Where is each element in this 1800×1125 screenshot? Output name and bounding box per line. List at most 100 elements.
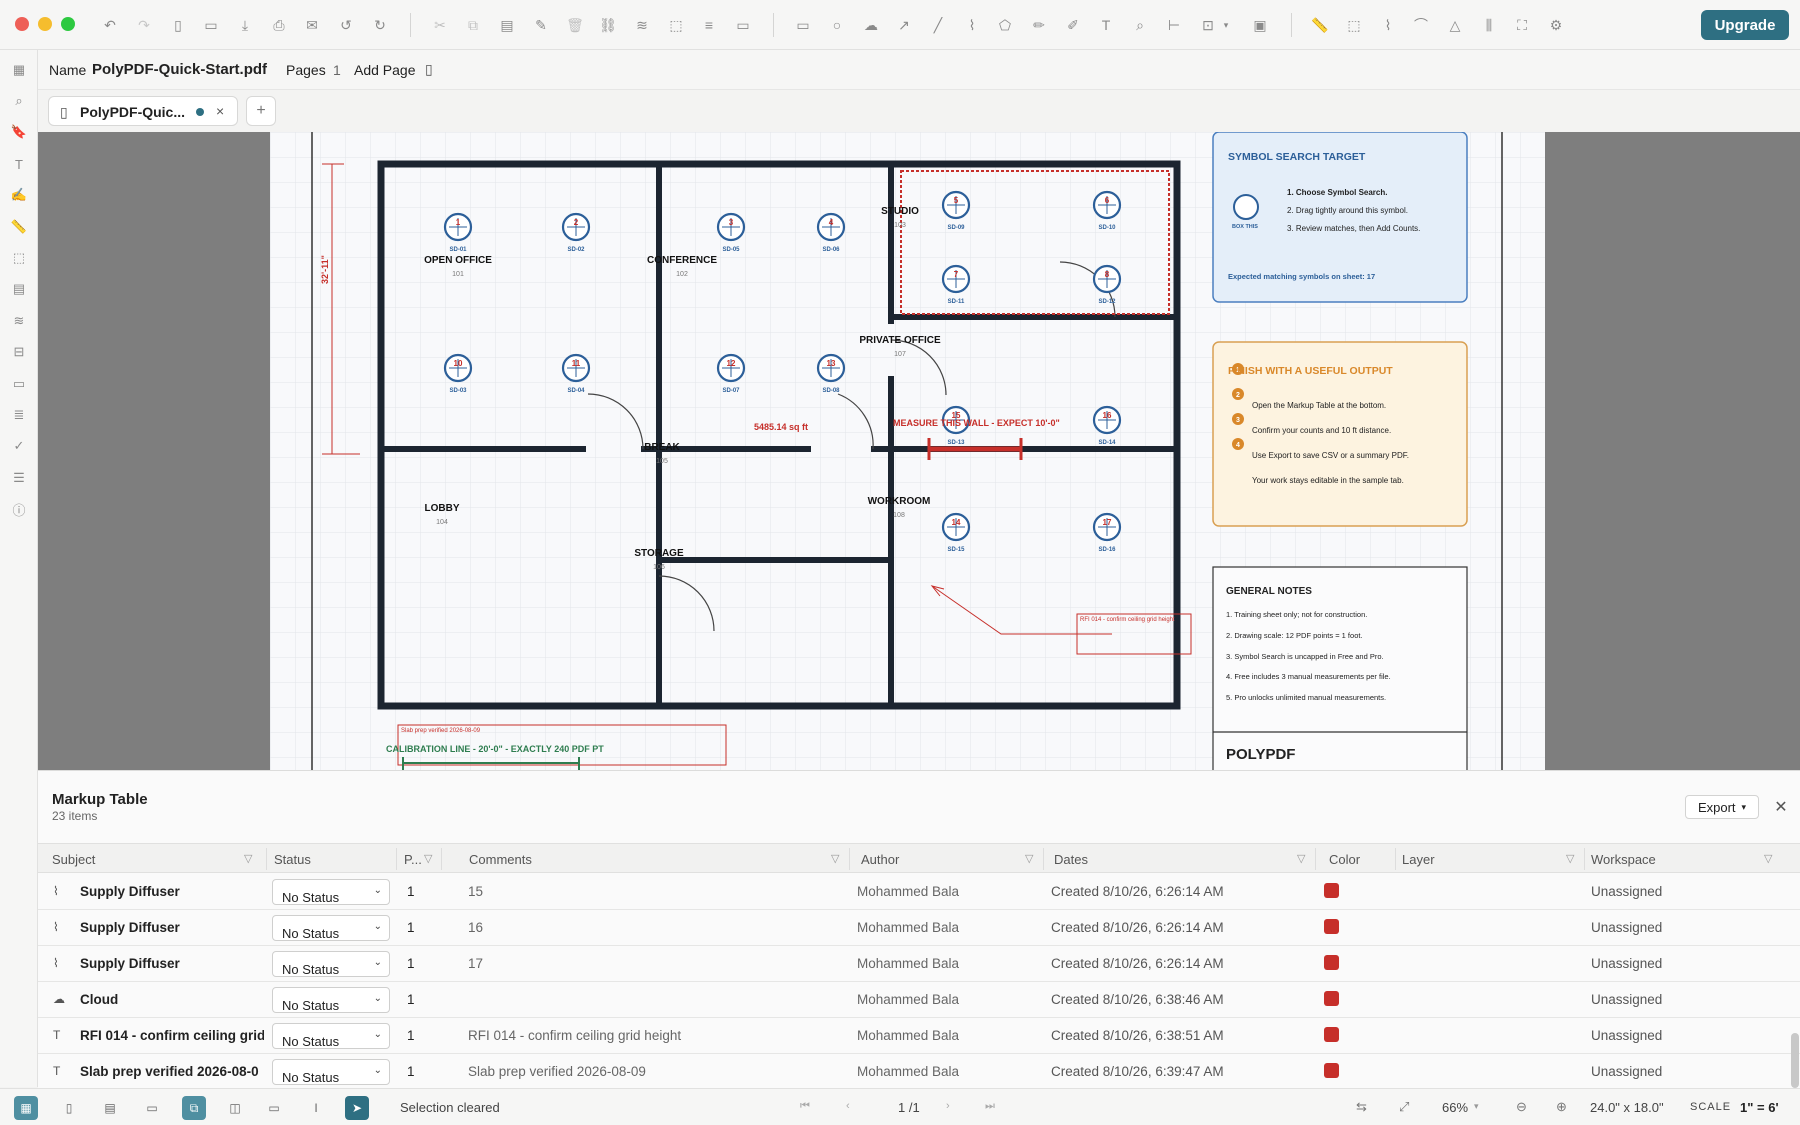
redo-icon[interactable]: ↷ <box>133 14 155 36</box>
col-author[interactable]: Author <box>861 852 899 867</box>
col-subject[interactable]: Subject <box>52 852 95 867</box>
settings-gear-icon[interactable]: ⚙ <box>1545 14 1567 36</box>
color-swatch[interactable] <box>1324 991 1339 1006</box>
measure-wall-label[interactable]: MEASURE THIS WALL - EXPECT 10'-0" <box>893 418 1060 428</box>
image-tool-icon[interactable]: ▣ <box>1249 14 1271 36</box>
check-circle-icon[interactable]: ✓ <box>9 436 29 456</box>
highlighter-tool-icon[interactable]: ✐ <box>1062 14 1084 36</box>
status-select[interactable]: No Status ⌄ <box>272 1059 390 1085</box>
row-comments[interactable]: 16 <box>468 920 483 935</box>
status-select[interactable]: No Status ⌄ <box>272 987 390 1013</box>
stamp-tool-icon[interactable]: ⊡ <box>1197 14 1219 36</box>
export-button[interactable]: Export ▾ <box>1685 795 1759 819</box>
thumbnails-icon[interactable]: ▦ <box>9 60 29 80</box>
row-workspace[interactable]: Unassigned <box>1591 956 1662 971</box>
pen-tool-icon[interactable]: ✏ <box>1028 14 1050 36</box>
filter-icon[interactable]: ▽ <box>1764 852 1772 865</box>
last-page-icon[interactable]: ⏭ <box>985 1100 995 1113</box>
chevron-down-icon[interactable]: ▾ <box>1220 14 1232 36</box>
page-indicator[interactable]: 1 /1 <box>898 1100 920 1115</box>
col-layer[interactable]: Layer <box>1402 852 1435 867</box>
print-icon[interactable]: ⎙ <box>268 14 290 36</box>
row-comments[interactable]: 15 <box>468 884 483 899</box>
filter-icon[interactable]: ▽ <box>1025 852 1033 865</box>
fullscreen-icon[interactable]: ⛶ <box>1511 14 1533 36</box>
polygon-tool-icon[interactable]: ⬠ <box>994 14 1016 36</box>
slab-note[interactable]: Slab prep verified 2026-08-09 <box>401 728 480 734</box>
col-dates[interactable]: Dates <box>1054 852 1088 867</box>
minimize-window-button[interactable] <box>38 17 52 31</box>
table-row[interactable]: T RFI 014 - confirm ceiling grid No Stat… <box>38 1018 1800 1054</box>
zoom-out-icon[interactable]: ⊖ <box>1516 1099 1527 1115</box>
measure-arc-icon[interactable]: ⌒ <box>1410 14 1432 36</box>
filter-icon[interactable]: ▽ <box>831 852 839 865</box>
document-canvas[interactable]: 1234 1 SD-01 2 SD-02 3 SD-05 4 SD-06 5 SD-09 6 SD-1… <box>38 132 1800 770</box>
panel-icon[interactable]: ▭ <box>262 1096 286 1120</box>
color-swatch[interactable] <box>1324 1063 1339 1078</box>
measure-length-icon[interactable]: 📏 <box>1309 14 1331 36</box>
measure-area-icon[interactable]: ⬚ <box>1343 14 1365 36</box>
copy-icon[interactable]: ⧉ <box>462 14 484 36</box>
row-workspace[interactable]: Unassigned <box>1591 920 1662 935</box>
first-page-icon[interactable]: ⏮ <box>800 1100 810 1113</box>
split-view-icon[interactable]: ◫ <box>223 1096 247 1120</box>
info-icon[interactable]: ⓘ <box>9 499 29 519</box>
continuous-icon[interactable]: ▤ <box>98 1096 122 1120</box>
close-tab-icon[interactable]: × <box>216 103 224 119</box>
color-swatch[interactable] <box>1324 955 1339 970</box>
inbox-icon[interactable]: ⊟ <box>9 342 29 362</box>
align-icon[interactable]: ≡ <box>698 14 720 36</box>
calibration-label[interactable]: CALIBRATION LINE - 20'-0" - EXACTLY 240 … <box>386 744 604 754</box>
delete-icon[interactable]: 🗑 <box>564 14 586 36</box>
table-row[interactable]: ⌇ Supply Diffuser No Status ⌄ 1 16 Mohamm… <box>38 910 1800 946</box>
col-comments[interactable]: Comments <box>469 852 532 867</box>
paste-icon[interactable]: ▤ <box>496 14 518 36</box>
text-box-tool-icon[interactable]: T <box>1095 14 1117 36</box>
cut-icon[interactable]: ✂ <box>429 14 451 36</box>
table-row[interactable]: T Slab prep verified 2026-08-0 No Status… <box>38 1054 1800 1090</box>
row-workspace[interactable]: Unassigned <box>1591 1028 1662 1043</box>
text-icon[interactable]: T <box>9 154 29 174</box>
row-comments[interactable]: Slab prep verified 2026-08-09 <box>468 1064 646 1079</box>
row-comments[interactable]: RFI 014 - confirm ceiling grid height <box>468 1028 681 1043</box>
ruler-icon[interactable]: 📏 <box>9 217 29 237</box>
color-swatch[interactable] <box>1324 883 1339 898</box>
rfi-note[interactable]: RFI 014 - confirm ceiling grid height <box>1080 617 1175 623</box>
open-folder-icon[interactable]: ▭ <box>200 14 222 36</box>
rotate-left-icon[interactable]: ↺ <box>335 14 357 36</box>
grid-view-icon[interactable]: ▦ <box>14 1096 38 1120</box>
table-row[interactable]: ☁ Cloud No Status ⌄ 1 Mohammed Bala Creat… <box>38 982 1800 1018</box>
zoom-window-button[interactable] <box>61 17 75 31</box>
arrow-tool-icon[interactable]: ↗ <box>893 14 915 36</box>
callout-tool-icon[interactable]: ⌕ <box>1129 14 1151 36</box>
file-name[interactable]: PolyPDF-Quick-Start.pdf <box>92 61 267 78</box>
scale-value[interactable]: 1" = 6' <box>1740 1100 1779 1115</box>
area-measurement-label[interactable]: 5485.14 sq ft <box>754 422 808 432</box>
col-workspace[interactable]: Workspace <box>1591 852 1656 867</box>
filter-icon[interactable]: ▽ <box>1297 852 1305 865</box>
dimension-tool-icon[interactable]: ⊢ <box>1163 14 1185 36</box>
table-scrollbar[interactable] <box>1791 1033 1799 1088</box>
mail-icon[interactable]: ✉ <box>301 14 323 36</box>
bookmark-icon[interactable]: 🔖 <box>9 122 29 142</box>
table-row[interactable]: ⌇ Supply Diffuser No Status ⌄ 1 15 Mohamm… <box>38 874 1800 910</box>
row-workspace[interactable]: Unassigned <box>1591 1064 1662 1079</box>
rectangle-tool-icon[interactable]: ▭ <box>792 14 814 36</box>
undo-icon[interactable]: ↶ <box>99 14 121 36</box>
page-icon[interactable]: ▭ <box>140 1096 164 1120</box>
select-area-icon[interactable]: ⬚ <box>665 14 687 36</box>
text-select-icon[interactable]: I <box>304 1096 328 1120</box>
archive-icon[interactable]: ▭ <box>9 374 29 394</box>
table-row[interactable]: ⌇ Supply Diffuser No Status ⌄ 1 17 Mohamm… <box>38 946 1800 982</box>
next-page-icon[interactable]: › <box>946 1100 950 1112</box>
form-field-icon[interactable]: ▭ <box>732 14 754 36</box>
chevron-down-icon[interactable]: ▾ <box>1474 1101 1479 1112</box>
filter-icon[interactable]: ▽ <box>244 852 252 865</box>
status-select[interactable]: No Status ⌄ <box>272 951 390 977</box>
line-tool-icon[interactable]: ╱ <box>927 14 949 36</box>
filter-icon[interactable]: ▽ <box>1566 852 1574 865</box>
list-icon[interactable]: ☰ <box>9 468 29 488</box>
row-comments[interactable]: 17 <box>468 956 483 971</box>
fit-icon[interactable]: ⤢ <box>1399 1099 1409 1115</box>
search-icon[interactable]: ⌕ <box>9 91 29 111</box>
